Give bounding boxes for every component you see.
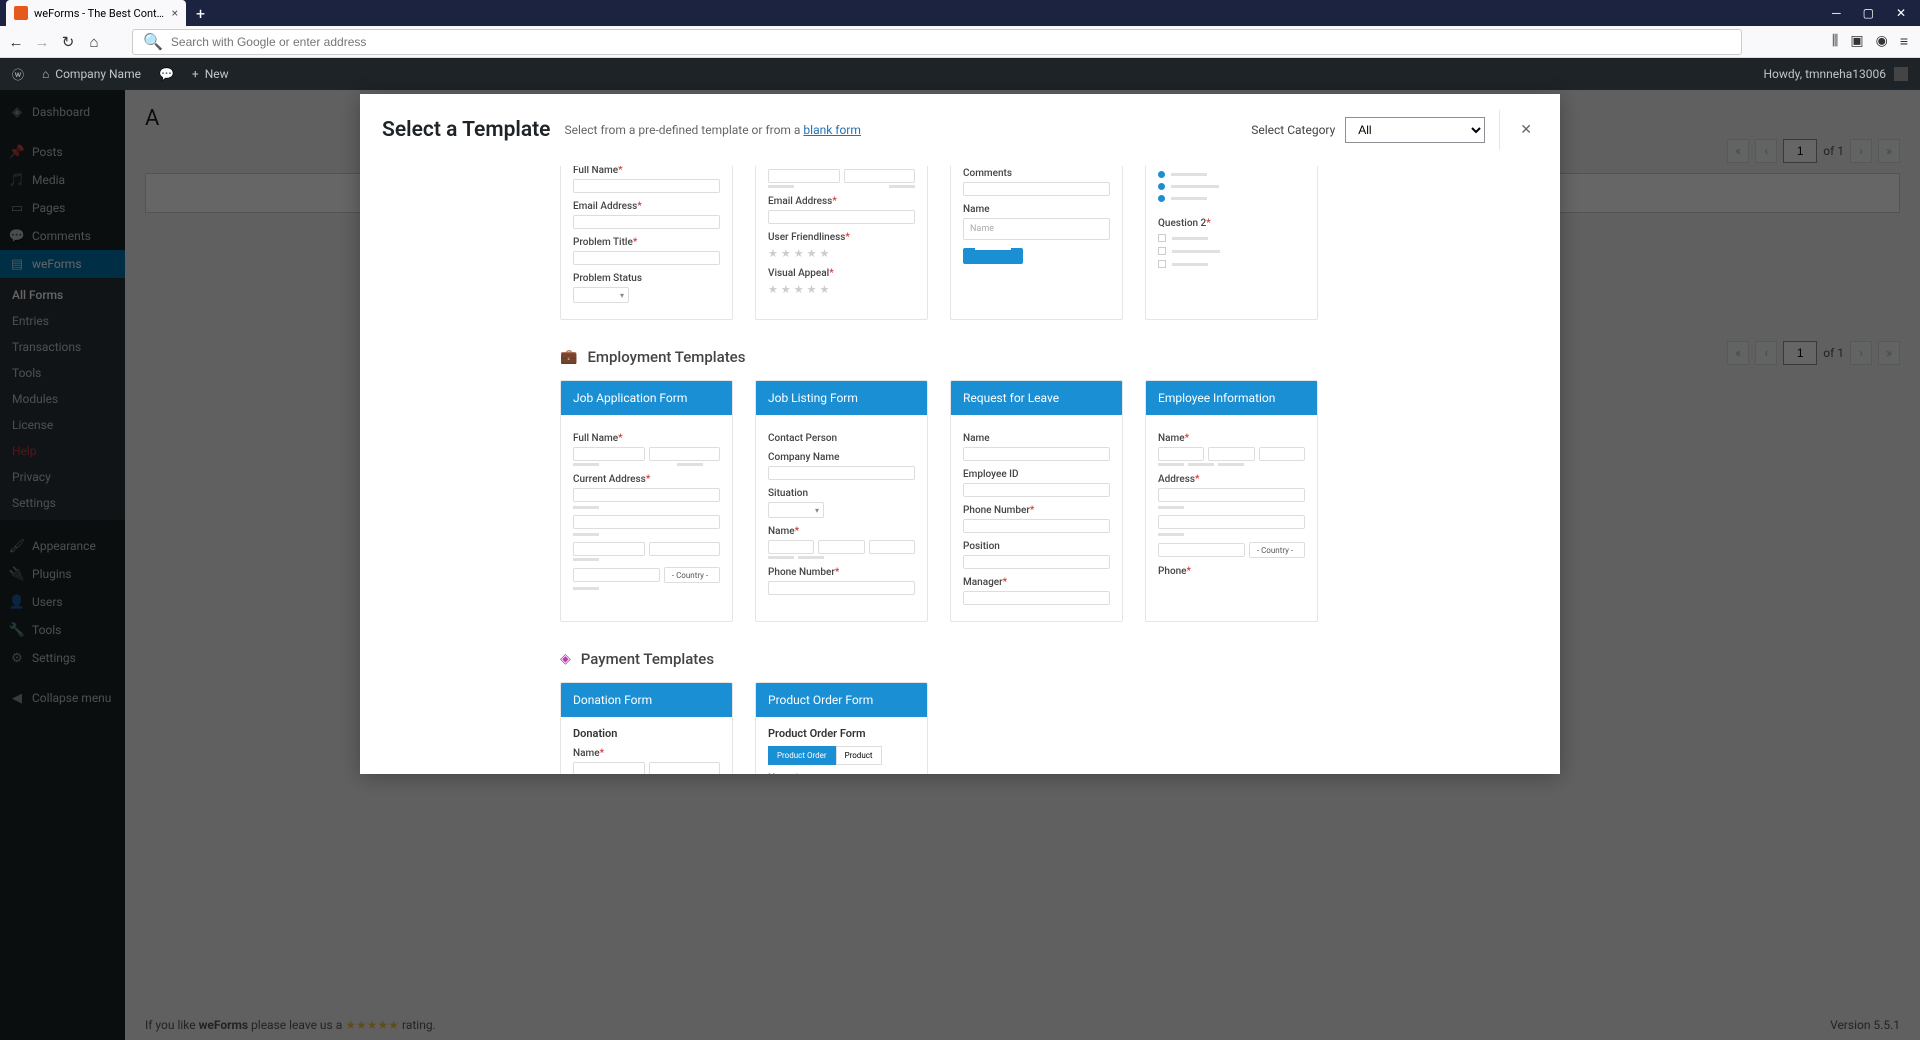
site-name-link[interactable]: ⌂Company Name bbox=[42, 67, 141, 81]
template-card[interactable]: Rating★★★★★ Comments Name Name bbox=[950, 166, 1123, 320]
browser-nav-bar: ← → ↻ ⌂ 🔍 ⫼ ▣ ◉ ≡ bbox=[0, 26, 1920, 58]
template-card-product-order[interactable]: Product Order Form Product Order Form Pr… bbox=[755, 682, 928, 774]
modal-close-icon[interactable]: ✕ bbox=[1520, 122, 1532, 138]
new-tab-button[interactable]: + bbox=[196, 4, 205, 23]
avatar[interactable] bbox=[1894, 67, 1908, 81]
modal-header: Select a Template Select from a pre-defi… bbox=[360, 94, 1560, 166]
template-card-request-leave[interactable]: Request for Leave Name Employee ID Phone… bbox=[950, 380, 1123, 622]
tab-title: weForms - The Best Contact Fo bbox=[34, 7, 166, 20]
modal-title: Select a Template bbox=[382, 118, 550, 142]
template-card-job-listing[interactable]: Job Listing Form Contact Person Company … bbox=[755, 380, 928, 622]
section-employment: 💼 Employment Templates bbox=[560, 348, 1538, 366]
reload-button[interactable]: ↻ bbox=[60, 34, 76, 50]
template-card-donation[interactable]: Donation Form Donation Name* E-mail Addr… bbox=[560, 682, 733, 774]
template-card[interactable]: Question 1* Question 2* bbox=[1145, 166, 1318, 320]
new-content-link[interactable]: +New bbox=[192, 67, 229, 81]
browser-tab[interactable]: weForms - The Best Contact Fo × bbox=[6, 0, 186, 26]
address-bar[interactable]: 🔍 bbox=[132, 29, 1742, 55]
address-input[interactable] bbox=[171, 35, 1731, 49]
maximize-button[interactable]: ▢ bbox=[1863, 6, 1874, 20]
category-select[interactable]: All bbox=[1345, 117, 1485, 143]
wordpress-icon: ⓦ bbox=[12, 66, 24, 83]
template-card[interactable]: First Step Full Name* Email Address* Pro… bbox=[560, 166, 733, 320]
home-icon: ⌂ bbox=[42, 67, 49, 81]
menu-icon[interactable]: ≡ bbox=[1900, 33, 1908, 50]
wp-logo[interactable]: ⓦ bbox=[12, 66, 24, 83]
modal-overlay: Select a Template Select from a pre-defi… bbox=[0, 90, 1920, 1040]
payment-icon: ◈ bbox=[560, 651, 571, 667]
template-modal: Select a Template Select from a pre-defi… bbox=[360, 94, 1560, 774]
sidebar-icon[interactable]: ▣ bbox=[1850, 33, 1863, 50]
window-controls: ─ ▢ ✕ bbox=[1818, 6, 1920, 20]
howdy-text[interactable]: Howdy, tmnneha13006 bbox=[1763, 67, 1886, 81]
plus-icon: + bbox=[192, 67, 199, 81]
comments-link[interactable]: 💬 bbox=[159, 67, 174, 81]
modal-subtitle: Select from a pre-defined template or fr… bbox=[564, 123, 860, 137]
close-window-button[interactable]: ✕ bbox=[1896, 6, 1906, 20]
minimize-button[interactable]: ─ bbox=[1832, 6, 1841, 20]
modal-body[interactable]: First Step Full Name* Email Address* Pro… bbox=[360, 166, 1560, 774]
comment-icon: 💬 bbox=[159, 67, 174, 81]
blank-form-link[interactable]: blank form bbox=[803, 123, 860, 137]
favicon bbox=[14, 6, 28, 20]
tab-close-icon[interactable]: × bbox=[172, 6, 178, 20]
account-icon[interactable]: ◉ bbox=[1876, 33, 1888, 50]
briefcase-icon: 💼 bbox=[560, 349, 577, 365]
template-card-employee-info[interactable]: Employee Information Name* Address* - Co… bbox=[1145, 380, 1318, 622]
library-icon[interactable]: ⫼ bbox=[1832, 33, 1838, 50]
forward-button[interactable]: → bbox=[34, 34, 50, 50]
wp-admin-bar: ⓦ ⌂Company Name 💬 +New Howdy, tmnneha130… bbox=[0, 58, 1920, 90]
home-button[interactable]: ⌂ bbox=[86, 34, 102, 50]
template-card-job-application[interactable]: Job Application Form Full Name* Current … bbox=[560, 380, 733, 622]
back-button[interactable]: ← bbox=[8, 34, 24, 50]
section-payment: ◈ Payment Templates bbox=[560, 650, 1538, 668]
browser-tab-bar: weForms - The Best Contact Fo × + ─ ▢ ✕ bbox=[0, 0, 1920, 26]
search-icon: 🔍 bbox=[143, 32, 163, 51]
category-label: Select Category bbox=[1251, 123, 1335, 137]
template-card[interactable]: Full Name* Email Address* User Friendlin… bbox=[755, 166, 928, 320]
